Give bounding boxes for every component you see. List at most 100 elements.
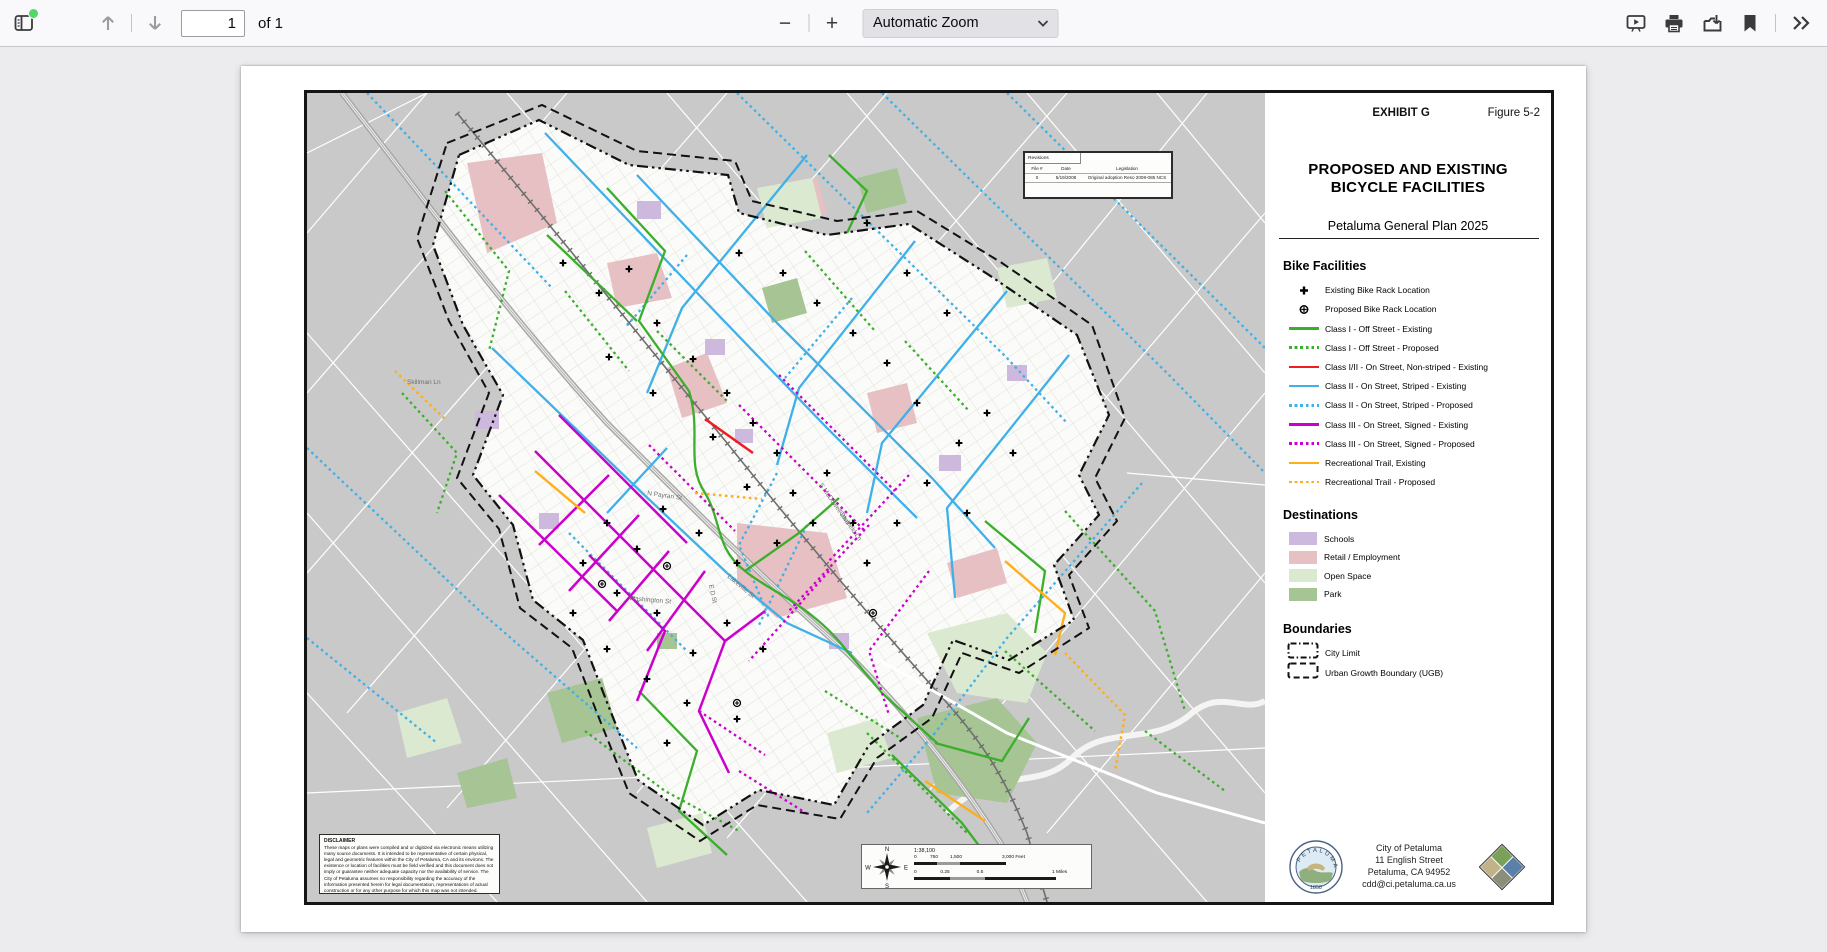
destinations-list: Schools Retail / Employment Open Space Park bbox=[1265, 530, 1551, 604]
legend-item-label: Recreational Trail, Existing bbox=[1325, 458, 1426, 468]
legend-item: Recreational Trail, Existing bbox=[1265, 453, 1551, 472]
street-label: Skillman Ln bbox=[407, 379, 441, 386]
dashed-rect-icon bbox=[1287, 662, 1319, 684]
boundaries-list: City Limit Urban Growth Boundary (UGB) bbox=[1265, 644, 1551, 683]
feet-scale-bar: 07501,5003,000 Feet bbox=[914, 855, 1085, 869]
miles-scale-bar: 00.250.51 Miles bbox=[914, 870, 1085, 884]
svg-text:W: W bbox=[865, 866, 871, 872]
marker-plus-swatch bbox=[1289, 285, 1319, 296]
revisions-title: Revisions bbox=[1025, 153, 1081, 164]
legend-item-label: Class I - Off Street - Proposed bbox=[1325, 343, 1439, 353]
presentation-mode-button[interactable] bbox=[1620, 7, 1652, 39]
destination-legend-item: Open Space bbox=[1265, 567, 1551, 586]
pdf-viewer-area: Skillman LnN Payran StWashington StLakev… bbox=[0, 47, 1827, 952]
toolbar-separator bbox=[131, 14, 132, 32]
notification-dot-icon bbox=[28, 8, 39, 19]
map-figure: Skillman LnN Payran StWashington StLakev… bbox=[304, 90, 1554, 905]
page-number-input[interactable] bbox=[181, 10, 245, 37]
arrow-down-icon bbox=[146, 13, 164, 33]
zoom-in-button[interactable]: + bbox=[816, 7, 848, 39]
marker-circle-plus-swatch bbox=[1289, 304, 1319, 315]
sidebar-toggle-button[interactable] bbox=[8, 7, 40, 39]
disclaimer-box: DISCLAIMER These maps or plans were comp… bbox=[319, 834, 500, 894]
save-button[interactable] bbox=[1696, 7, 1728, 39]
destination-legend-item: Retail / Employment bbox=[1265, 548, 1551, 567]
legend-item-label: Recreational Trail - Proposed bbox=[1325, 477, 1435, 487]
revisions-header-row: File #DateLegislation bbox=[1025, 164, 1171, 174]
pdf-toolbar: of 1 − + Automatic Zoom bbox=[0, 0, 1827, 47]
revisions-data-row: 05/19/2008Original adoption Reso 2008-08… bbox=[1025, 174, 1171, 184]
page-down-button[interactable] bbox=[139, 7, 171, 39]
line-solid-swatch bbox=[1289, 366, 1319, 369]
line-dotted-swatch bbox=[1289, 346, 1319, 349]
map-area: Skillman LnN Payran StWashington StLakev… bbox=[307, 93, 1265, 902]
arrow-up-icon bbox=[99, 13, 117, 33]
destination-swatch bbox=[1289, 588, 1317, 601]
legend-panel: EXHIBIT G Figure 5-2 PROPOSED AND EXISTI… bbox=[1265, 93, 1551, 902]
line-solid-swatch bbox=[1289, 423, 1319, 426]
destination-label: Schools bbox=[1324, 534, 1354, 544]
destination-swatch bbox=[1289, 551, 1317, 564]
legend-item-label: Class II - On Street, Striped - Proposed bbox=[1325, 400, 1473, 410]
toolbar-separator bbox=[1775, 14, 1776, 32]
chevron-down-icon bbox=[1037, 20, 1048, 27]
legend-item: Class III - On Street, Signed - Proposed bbox=[1265, 434, 1551, 453]
bookmark-button[interactable] bbox=[1734, 7, 1766, 39]
boundary-label: Urban Growth Boundary (UGB) bbox=[1325, 668, 1443, 678]
legend-item: Class I - Off Street - Existing bbox=[1265, 319, 1551, 338]
line-dotted-swatch bbox=[1289, 481, 1319, 484]
legend-item: Class I - Off Street - Proposed bbox=[1265, 338, 1551, 357]
destinations-heading: Destinations bbox=[1283, 508, 1551, 522]
download-icon bbox=[1702, 14, 1723, 33]
legend-item: Recreational Trail - Proposed bbox=[1265, 472, 1551, 491]
address-block: City of Petaluma11 English StreetPetalum… bbox=[1345, 843, 1473, 891]
bookmark-icon bbox=[1743, 14, 1757, 33]
toolbar-separator bbox=[808, 14, 809, 32]
legend-item: Class II - On Street, Striped - Proposed bbox=[1265, 396, 1551, 415]
line-solid-swatch bbox=[1289, 462, 1319, 465]
pdf-page: Skillman LnN Payran StWashington StLakev… bbox=[241, 66, 1586, 932]
legend-item-label: Class I/II - On Street, Non-striped - Ex… bbox=[1325, 362, 1488, 372]
bike-facilities-list: Existing Bike Rack Location Proposed Bike… bbox=[1265, 281, 1551, 492]
legend-item-label: Class I - Off Street - Existing bbox=[1325, 324, 1432, 334]
line-dotted-swatch bbox=[1289, 442, 1319, 445]
destination-swatch bbox=[1289, 569, 1317, 582]
page-up-button[interactable] bbox=[92, 7, 124, 39]
destination-label: Park bbox=[1324, 589, 1341, 599]
legend-item: Class I/II - On Street, Non-striped - Ex… bbox=[1265, 357, 1551, 376]
legend-item-label: Existing Bike Rack Location bbox=[1325, 285, 1430, 295]
map-canvas: Skillman LnN Payran StWashington StLakev… bbox=[307, 93, 1265, 902]
legend-item-label: Proposed Bike Rack Location bbox=[1325, 304, 1437, 314]
proposed-bike-rack-marker bbox=[870, 610, 877, 617]
boundary-label: City Limit bbox=[1325, 648, 1360, 658]
compass-rose-icon: N E S W bbox=[864, 845, 910, 889]
proposed-bike-rack-marker bbox=[599, 581, 606, 588]
city-seal-icon: PETALUMA 1858 bbox=[1287, 838, 1345, 896]
subtitle-rule bbox=[1279, 238, 1539, 239]
legend-item: Proposed Bike Rack Location bbox=[1265, 300, 1551, 319]
more-tools-button[interactable] bbox=[1785, 7, 1817, 39]
legend-item: Class II - On Street, Striped - Existing bbox=[1265, 377, 1551, 396]
svg-text:S: S bbox=[885, 884, 889, 889]
zoom-level-value: Automatic Zoom bbox=[873, 15, 979, 31]
plus-icon: + bbox=[826, 13, 838, 34]
legend-item: Class III - On Street, Signed - Existing bbox=[1265, 415, 1551, 434]
line-dotted-swatch bbox=[1289, 404, 1319, 407]
revisions-table: Revisions File #DateLegislation 05/19/20… bbox=[1023, 151, 1173, 199]
map-title: PROPOSED AND EXISTING BICYCLE FACILITIES bbox=[1265, 161, 1551, 198]
exhibit-label: EXHIBIT G bbox=[1372, 107, 1430, 119]
destination-swatch bbox=[1289, 532, 1317, 545]
line-solid-swatch bbox=[1289, 327, 1319, 330]
legend-item-label: Class III - On Street, Signed - Proposed bbox=[1325, 439, 1475, 449]
map-subtitle: Petaluma General Plan 2025 bbox=[1265, 219, 1551, 233]
zoom-out-button[interactable]: − bbox=[769, 7, 801, 39]
legend-item: Existing Bike Rack Location bbox=[1265, 281, 1551, 300]
legend-item-label: Class II - On Street, Striped - Existing bbox=[1325, 381, 1466, 391]
print-button[interactable] bbox=[1658, 7, 1690, 39]
bike-facilities-heading: Bike Facilities bbox=[1283, 259, 1551, 273]
zoom-level-select[interactable]: Automatic Zoom bbox=[862, 9, 1058, 38]
destination-label: Open Space bbox=[1324, 571, 1371, 581]
legend-item-label: Class III - On Street, Signed - Existing bbox=[1325, 420, 1468, 430]
svg-text:N: N bbox=[885, 847, 889, 853]
scale-box: N E S W 1:38,100 07501,5003,000 Feet bbox=[861, 844, 1092, 889]
